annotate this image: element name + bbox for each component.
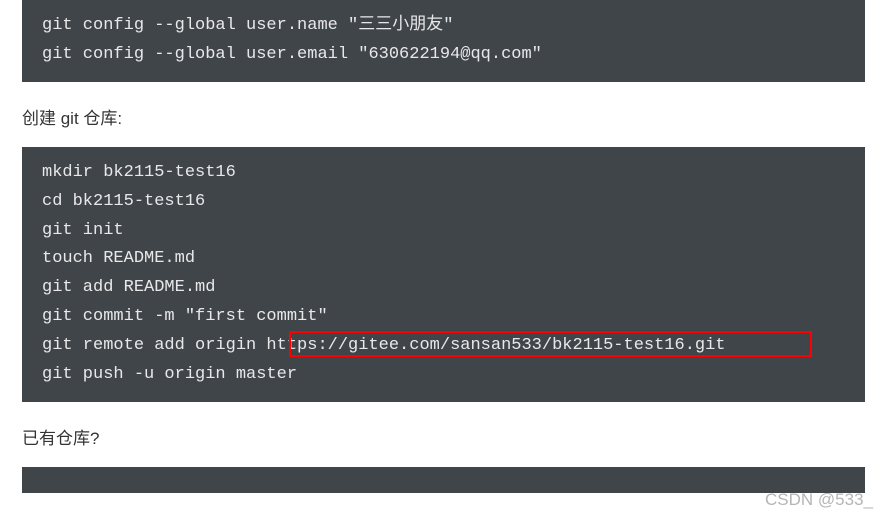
code-line: mkdir bk2115-test16 xyxy=(42,159,845,188)
code-line: git config --global user.name "三三小朋友" xyxy=(42,12,845,41)
code-line: git remote add origin https://gitee.com/… xyxy=(42,332,845,361)
code-line: git commit -m "first commit" xyxy=(42,303,845,332)
code-line: git add README.md xyxy=(42,274,845,303)
code-line: touch README.md xyxy=(42,245,845,274)
code-line: git config --global user.email "63062219… xyxy=(42,41,845,70)
code-line: git push -u origin master xyxy=(42,361,845,390)
code-block-create-repo: mkdir bk2115-test16 cd bk2115-test16 git… xyxy=(22,147,865,402)
section-heading-create-repo: 创建 git 仓库: xyxy=(22,104,887,129)
code-line: git init xyxy=(42,217,845,246)
section-heading-existing-repo: 已有仓库? xyxy=(22,424,887,449)
watermark-text: CSDN @533_ xyxy=(765,490,873,510)
code-line: cd bk2115-test16 xyxy=(42,188,845,217)
code-block-git-config: git config --global user.name "三三小朋友" gi… xyxy=(22,0,865,82)
code-block-existing-repo xyxy=(22,467,865,493)
